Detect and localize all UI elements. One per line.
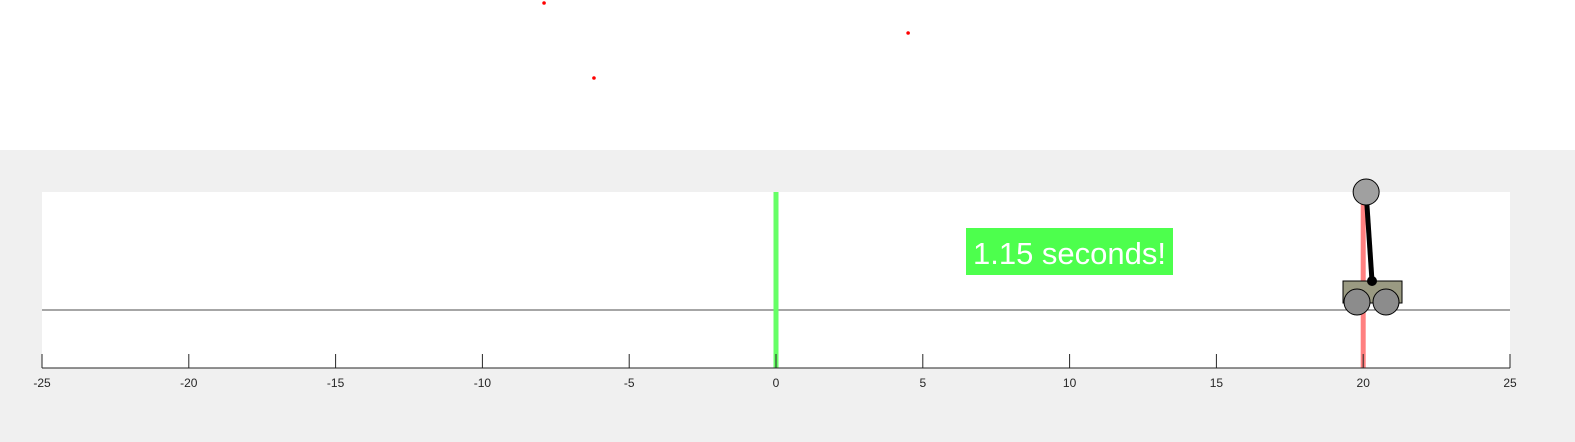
- scatter-point: [542, 1, 546, 5]
- timer-label: 1.15 seconds!: [966, 228, 1173, 275]
- timer-text: 1.15 seconds!: [973, 236, 1166, 271]
- cart-wheel-right: [1372, 288, 1400, 316]
- x-tick-label: 15: [1210, 376, 1224, 390]
- x-tick-label: 20: [1357, 376, 1371, 390]
- x-tick-label: 0: [773, 376, 780, 390]
- x-tick-label: -15: [327, 376, 345, 390]
- x-tick-label: 5: [919, 376, 926, 390]
- scatter-point: [592, 76, 596, 80]
- x-tick-label: 25: [1503, 376, 1517, 390]
- scatter-points: [542, 1, 910, 80]
- x-tick-label: -25: [33, 376, 51, 390]
- x-tick-label: 10: [1063, 376, 1077, 390]
- pole-bob: [1352, 178, 1380, 206]
- x-tick-label: -5: [624, 376, 635, 390]
- cartpole-figure: 1.15 seconds! -25 -20 -15 -10 -5 0 5 10 15 20 25: [33, 1, 1517, 390]
- scatter-point: [906, 31, 910, 35]
- cart-wheel-left: [1343, 288, 1371, 316]
- pole-pivot: [1367, 276, 1378, 286]
- x-tick-label: -20: [180, 376, 198, 390]
- x-tick-label: -10: [474, 376, 492, 390]
